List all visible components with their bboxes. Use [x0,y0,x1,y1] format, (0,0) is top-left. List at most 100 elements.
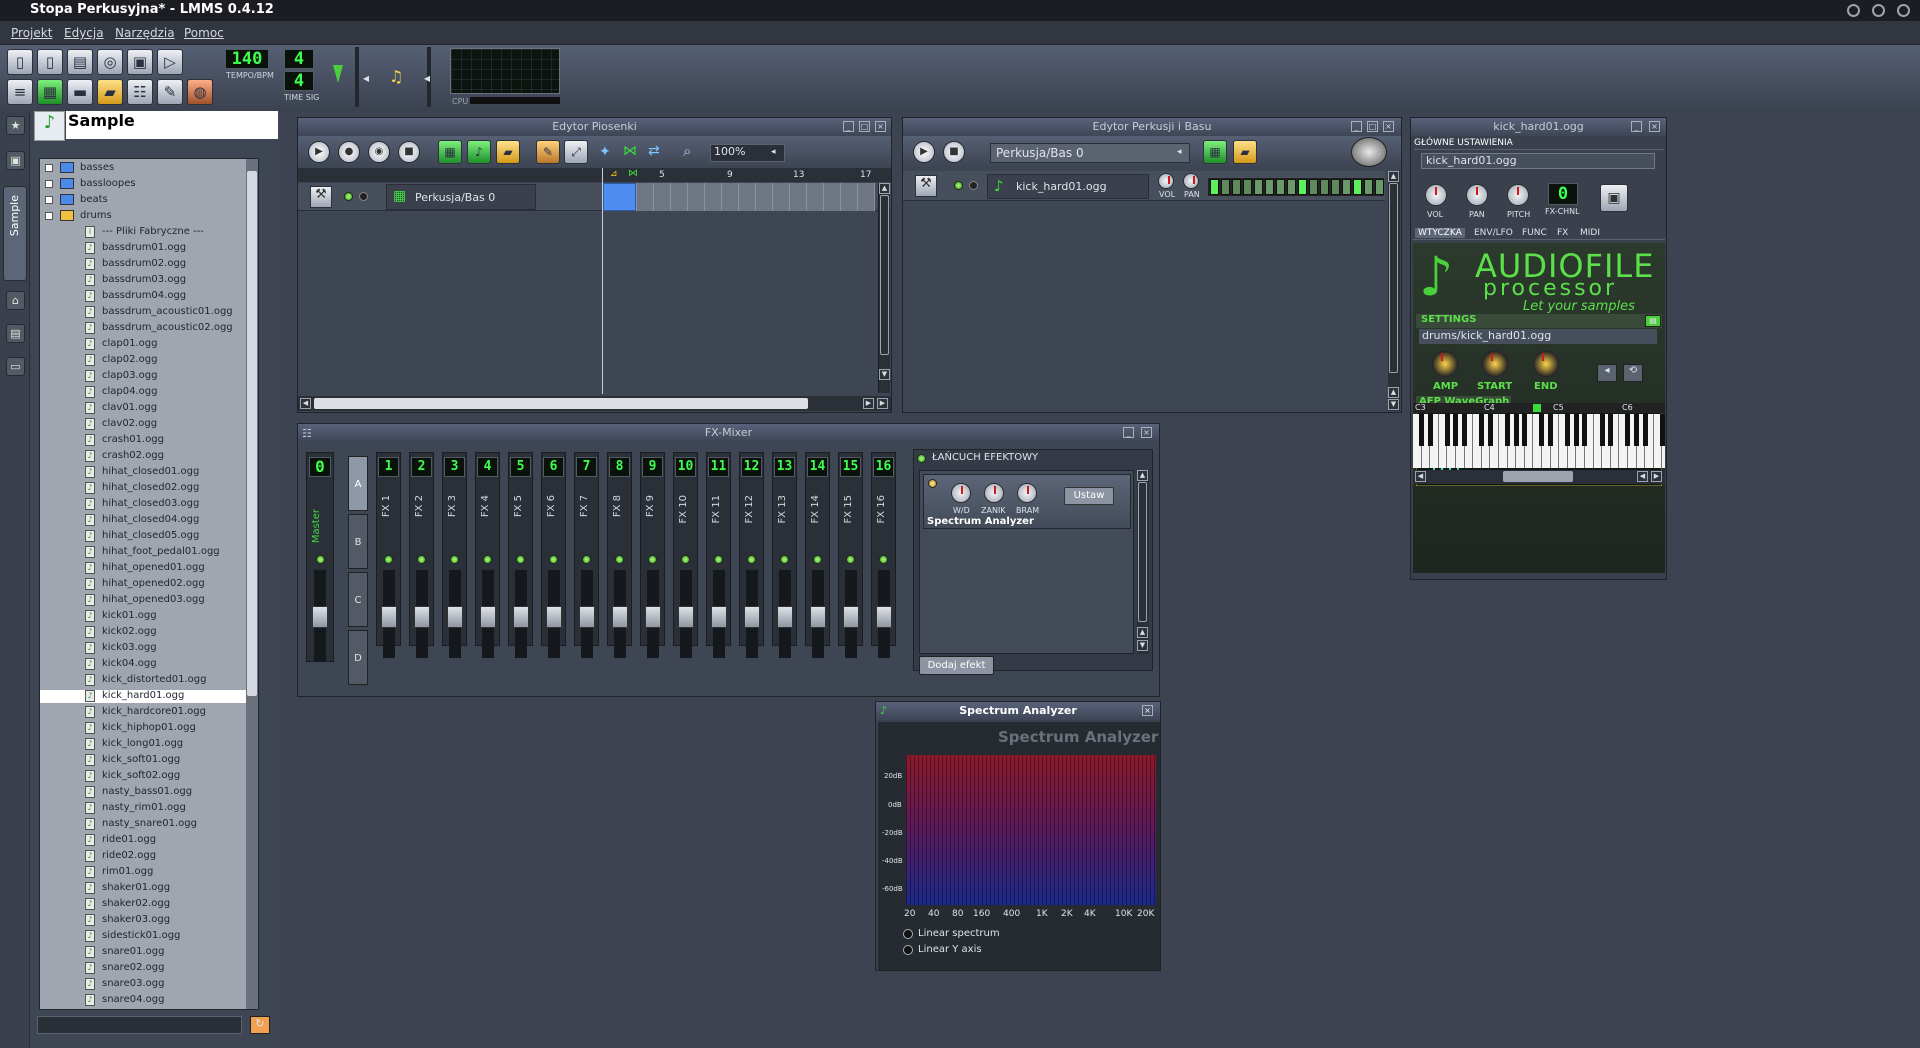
menu-projekt[interactable]: Projekt [11,26,52,40]
expand-toggle-icon[interactable] [45,180,53,188]
file-item[interactable]: ♪ snare01.ogg [40,946,246,959]
file-item[interactable]: ♪ bassdrum_acoustic01.ogg [40,306,246,319]
bb-track-settings-icon[interactable]: ⚒ [915,175,937,197]
effect-scroll-thumb[interactable] [1138,482,1147,622]
piano-black-key[interactable] [1625,414,1631,446]
fx-fader-knob[interactable] [612,606,628,628]
piano-black-key[interactable] [1513,414,1519,446]
step-button[interactable] [1276,179,1285,195]
file-item[interactable]: ♪ hihat_closed02.ogg [40,482,246,495]
add-bb-track-icon[interactable]: ▦ [438,140,462,164]
menu-edycja[interactable]: Edycja [64,26,104,40]
piano-roll-icon[interactable]: ▬ [67,79,93,105]
fx-channel-strip[interactable]: 15 FX 15 [838,452,863,658]
fx-fader[interactable] [612,570,628,658]
timeline-ruler[interactable]: ⊿ ⋈ 5 9 13 17 [298,168,891,182]
expand-toggle-icon[interactable] [45,196,53,204]
fx-mute-led[interactable] [384,555,393,564]
tab-midi[interactable]: MIDI [1580,228,1600,238]
fx-fader[interactable] [546,570,562,658]
expand-toggle-icon[interactable] [45,212,53,220]
reverse-icon[interactable]: ◂ [1597,364,1617,382]
fx-fader[interactable] [414,570,430,658]
piano-black-key[interactable] [1599,414,1605,446]
bb-maximize-button[interactable]: □ [1367,121,1378,132]
bb-track-solo-led[interactable] [969,181,978,190]
bb-add-automation-icon[interactable]: ▰ [1233,140,1257,164]
fx-mute-led[interactable] [813,555,822,564]
fx-channel-strip[interactable]: 8 FX 8 [607,452,632,658]
song-close-button[interactable]: × [875,121,886,132]
bb-minimize-button[interactable]: _ [1351,121,1362,132]
bb-add-steps-icon[interactable]: ▦ [1203,140,1227,164]
piano-black-key[interactable] [1634,414,1639,446]
add-automation-track-icon[interactable]: ▰ [496,140,520,164]
beat-bassline-editor-icon[interactable]: ▦ [37,79,63,105]
step-button[interactable] [1364,179,1373,195]
piano-black-key[interactable] [1427,414,1433,446]
instrument-name-input[interactable]: kick_hard01.ogg [1421,153,1655,169]
bank-d-button[interactable]: D [348,630,368,685]
bb-close-button[interactable]: × [1383,121,1394,132]
effect-scroll-up-icon[interactable]: ▲ [1137,470,1148,481]
expand-toggle-icon[interactable] [45,164,53,172]
fx-fader[interactable] [711,570,727,658]
fx-mute-led[interactable] [516,555,525,564]
fx-fader-knob[interactable] [711,606,727,628]
fx-fader[interactable] [480,570,496,658]
instrument-minimize-button[interactable]: _ [1631,121,1642,132]
bank-b-button[interactable]: B [348,514,368,569]
piano-scroll-right-icon[interactable]: ◀ [1637,471,1648,482]
file-item[interactable]: ♪ rim01.ogg [40,866,246,879]
my-computer-icon[interactable]: ▭ [6,357,25,376]
file-item[interactable]: i --- Pliki Fabryczne --- [40,226,246,239]
fx-fader[interactable] [513,570,529,658]
fx-channel-strip[interactable]: 11 FX 11 [706,452,731,658]
add-sample-track-icon[interactable]: ♪ [467,140,491,164]
bb-pattern-block[interactable] [603,183,636,211]
bank-a-button[interactable]: A [348,456,368,511]
effect-enable-led[interactable] [928,479,937,488]
fx-fader-knob[interactable] [678,606,694,628]
step-button[interactable] [1331,179,1340,195]
effect-scroll-up2-icon[interactable]: ▲ [1137,627,1148,638]
amp-knob[interactable] [1431,350,1459,378]
file-item[interactable]: ♪ sidestick01.ogg [40,930,246,943]
file-item[interactable]: ♪ bassdrum_acoustic02.ogg [40,322,246,335]
fx-fader[interactable] [381,570,397,658]
file-item[interactable]: ♪ hihat_closed01.ogg [40,466,246,479]
folder-item[interactable]: beats [40,194,220,207]
step-button[interactable] [1243,179,1252,195]
bb-pattern-combo[interactable]: Perkusja/Bas 0 ◂ [990,143,1190,163]
file-item[interactable]: ♪ kick_distorted01.ogg [40,674,246,687]
fx-channel-strip[interactable]: 4 FX 4 [475,452,500,658]
piano-scrollbar[interactable]: ◀ ◀ ▶ [1413,470,1665,484]
song-hscroll-thumb[interactable] [314,398,808,409]
file-item[interactable]: ♪ kick_hardcore01.ogg [40,706,246,719]
file-item[interactable]: ♪ ride02.ogg [40,850,246,863]
piano-scroll-left-icon[interactable]: ◀ [1415,471,1426,482]
fx-fader-knob[interactable] [645,606,661,628]
draw-mode-icon[interactable]: ✎ [536,140,560,164]
wet-dry-knob[interactable] [951,483,971,503]
fx-fader-knob[interactable] [777,606,793,628]
piano-black-key[interactable] [1522,414,1528,446]
fx-channel-strip[interactable]: 2 FX 2 [409,452,434,658]
song-scroll-down-icon[interactable]: ▼ [879,369,890,380]
new-from-template-icon[interactable]: ▯ [37,49,63,75]
fx-channel-strip[interactable]: 1 FX 1 [376,452,401,658]
piano-black-key[interactable] [1462,414,1467,446]
bb-vscroll-thumb[interactable] [1389,183,1398,373]
fx-fader[interactable] [810,570,826,658]
fx-channel-strip[interactable]: 14 FX 14 [805,452,830,658]
file-item[interactable]: ♪ clap04.ogg [40,386,246,399]
bb-scroll-up2-icon[interactable]: ▲ [1388,387,1399,398]
tab-plugin[interactable]: WTYCZKA [1415,228,1465,238]
loop-icon[interactable]: ⟲ [1623,364,1643,382]
bb-track-label-button[interactable]: ▦ Perkusja/Bas 0 [386,184,536,210]
file-item[interactable]: ♪ kick_soft01.ogg [40,754,246,767]
piano-black-key[interactable] [1565,414,1571,446]
file-item[interactable]: ♪ snare03.ogg [40,978,246,991]
fx-master-channel[interactable]: 0 Master [306,452,334,662]
fx-mute-led[interactable] [417,555,426,564]
